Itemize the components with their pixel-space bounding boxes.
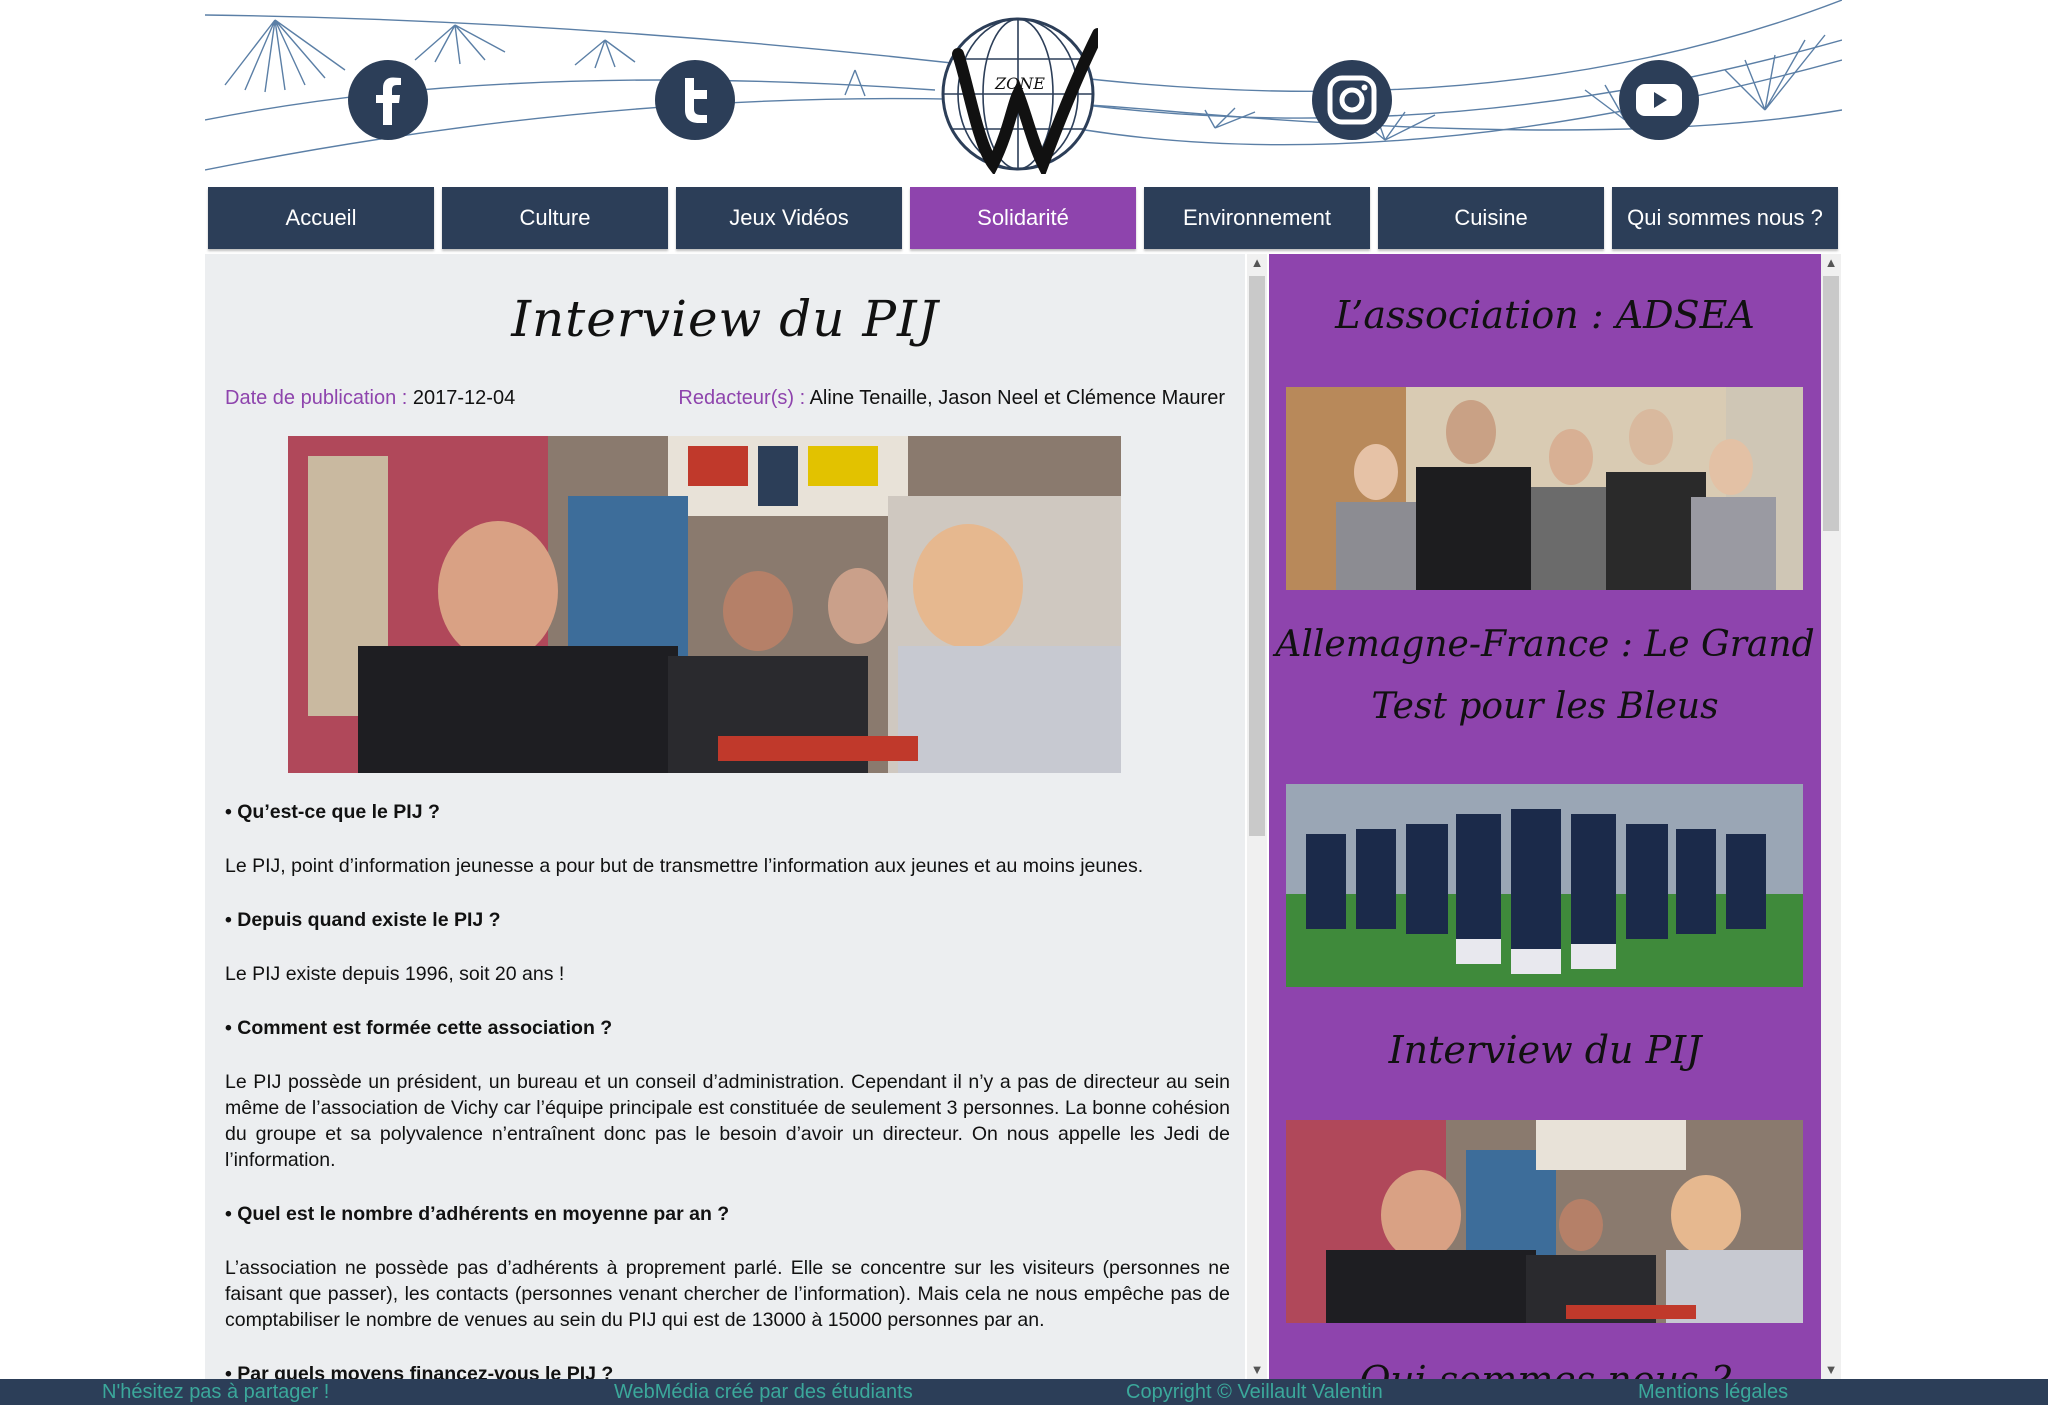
sidebar-item-title[interactable]: L’association : ADSEA (1269, 284, 1821, 346)
facebook-button[interactable] (348, 60, 428, 140)
date-label: Date de publication : (225, 387, 408, 409)
nav-jeux-videos[interactable]: Jeux Vidéos (676, 187, 902, 249)
nav-label: Jeux Vidéos (729, 205, 849, 230)
instagram-icon (1327, 75, 1377, 125)
scroll-thumb[interactable] (1823, 276, 1839, 531)
nav-culture[interactable]: Culture (442, 187, 668, 249)
share-link[interactable]: N'hésitez pas à partager ! (102, 1379, 329, 1405)
scroll-up-icon[interactable]: ▲ (1247, 254, 1267, 272)
scroll-up-icon[interactable]: ▲ (1821, 254, 1841, 272)
sidebar-item-title[interactable]: Allemagne-France : Le Grand Test pour le… (1269, 614, 1821, 738)
group-photo-placeholder (288, 436, 1121, 773)
nav-cuisine[interactable]: Cuisine (1378, 187, 1604, 249)
sidebar-item-image[interactable] (1286, 387, 1803, 590)
related-articles-sidebar[interactable]: L’association : ADSEA Allemagne-France :… (1269, 254, 1821, 1379)
globe-w-logo (941, 17, 1104, 179)
youtube-button[interactable] (1619, 60, 1699, 140)
twitter-icon (685, 78, 707, 123)
article-body: • Qu’est-ce que le PIJ ? Le PIJ, point d… (225, 799, 1230, 1379)
pij-photo-placeholder (1286, 1120, 1803, 1323)
question: • Comment est formée cette association ? (225, 1017, 613, 1039)
date-value: 2017-12-04 (412, 387, 516, 409)
article-title: Interview du PIJ (511, 290, 939, 348)
copyright-link[interactable]: Copyright © Veillault Valentin (1126, 1379, 1383, 1405)
legal-link[interactable]: Mentions légales (1638, 1379, 1788, 1405)
sidebar-item-image[interactable] (1286, 1120, 1803, 1323)
adsea-photo-placeholder (1286, 387, 1803, 590)
article-photo (288, 436, 1121, 773)
answer: Le PIJ possède un président, un bureau e… (225, 1071, 1230, 1171)
main-navigation: Accueil Culture Jeux Vidéos Solidarité E… (208, 187, 1840, 249)
nav-solidarite[interactable]: Solidarité (910, 187, 1136, 249)
site-footer: N'hésitez pas à partager ! WebMédia créé… (0, 1379, 2048, 1405)
article-authors: Redacteur(s) : Aline Tenaille, Jason Nee… (678, 387, 1225, 410)
nav-qui-sommes-nous[interactable]: Qui sommes nous ? (1612, 187, 1838, 249)
instagram-button[interactable] (1312, 60, 1392, 140)
site-logo[interactable]: ZONE (938, 14, 1104, 179)
question: • Depuis quand existe le PIJ ? (225, 909, 501, 931)
answer: Le PIJ existe depuis 1996, soit 20 ans ! (225, 963, 565, 985)
nav-label: Cuisine (1454, 205, 1528, 230)
youtube-icon (1636, 84, 1682, 116)
publication-date: Date de publication : 2017-12-04 (225, 387, 515, 410)
article-panel[interactable]: Interview du PIJ Date de publication : 2… (205, 254, 1245, 1379)
scroll-thumb[interactable] (1249, 276, 1265, 836)
nav-label: Environnement (1183, 205, 1331, 230)
question: • Par quels moyens financez-vous le PIJ … (225, 1363, 614, 1379)
answer: L’association ne possède pas d’adhérents… (225, 1257, 1230, 1331)
sidebar-item-title[interactable]: Qui sommes nous ? (1269, 1349, 1821, 1379)
sidebar-scrollbar[interactable]: ▲ ▼ (1821, 254, 1841, 1379)
nav-label: Accueil (285, 205, 357, 230)
authors-label: Redacteur(s) : (678, 387, 806, 409)
question: • Qu’est-ce que le PIJ ? (225, 801, 440, 823)
twitter-button[interactable] (655, 60, 735, 140)
site-header: ZONE (205, 0, 1842, 180)
answer: Le PIJ, point d’information jeunesse a p… (225, 855, 1144, 877)
sidebar-item-title[interactable]: Interview du PIJ (1269, 1019, 1821, 1081)
article-scrollbar[interactable]: ▲ ▼ (1247, 254, 1267, 1379)
sidebar-item-image[interactable] (1286, 784, 1803, 987)
question: • Quel est le nombre d’adhérents en moye… (225, 1203, 730, 1225)
scroll-down-icon[interactable]: ▼ (1247, 1361, 1267, 1379)
authors-value: Aline Tenaille, Jason Neel et Clémence M… (809, 387, 1225, 409)
nav-accueil[interactable]: Accueil (208, 187, 434, 249)
nav-label: Solidarité (977, 205, 1069, 230)
scroll-down-icon[interactable]: ▼ (1821, 1361, 1841, 1379)
logo-text: ZONE (995, 74, 1045, 93)
facebook-icon (376, 77, 401, 125)
football-photo-placeholder (1286, 784, 1803, 987)
nav-label: Qui sommes nous ? (1627, 205, 1823, 230)
nav-label: Culture (519, 205, 591, 230)
made-by-link[interactable]: WebMédia créé par des étudiants (614, 1379, 913, 1405)
nav-environnement[interactable]: Environnement (1144, 187, 1370, 249)
